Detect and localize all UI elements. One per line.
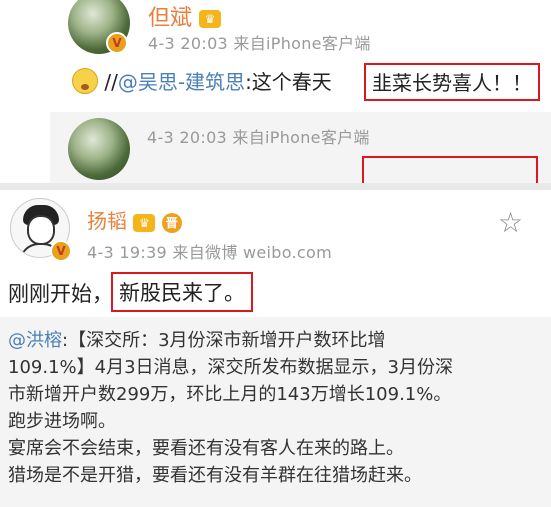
retweet-line: 猎场是不是开猎，要看还有没有羊群在往猎场赶来。 — [8, 465, 422, 486]
medal-icon: 晋 — [161, 212, 182, 233]
username-text[interactable]: 扬韬 — [87, 209, 127, 233]
retweeted-post[interactable]: @洪榕:【深交所：3月份深市新增开户数环比增 109.1%】4月3日消息，深交所… — [0, 317, 551, 507]
retweet-line: 市新增开户数299万，环比上月的143万增长109.1%。 — [8, 384, 452, 405]
crown-icon: ♛ — [133, 213, 156, 232]
divider — [0, 183, 551, 190]
quoted-post[interactable]: 4-3 20:03 来自iPhone客户端 — [50, 112, 551, 183]
post-text: 刚刚开始， — [8, 282, 113, 306]
retweet-text: @洪榕:【深交所：3月份深市新增开户数环比增 109.1%】4月3日消息，深交所… — [8, 327, 544, 489]
quoted-meta: 4-3 20:03 来自iPhone客户端 — [147, 128, 370, 147]
username[interactable]: 但斌 ♛ — [148, 0, 222, 32]
verified-badge-icon: V — [50, 240, 72, 262]
retweet-line: 宴席会不会结束，要看还有没有客人在来的路上。 — [8, 438, 404, 459]
post-text-body: :这个春天 — [245, 70, 332, 94]
post-card-1: V 但斌 ♛ 4-3 20:03 来自iPhone客户端 //@吴思-建筑思:这… — [0, 0, 551, 183]
post-card-2: V 扬韬 ♛ 晋 4-3 19:39 来自微博 weibo.com ☆ 刚刚开始… — [0, 190, 551, 507]
avatar[interactable] — [68, 118, 130, 180]
retweet-line: :【深交所：3月份深市新增开户数环比增 — [62, 330, 386, 351]
highlighted-text: 韭菜长势喜人！！ — [364, 63, 540, 101]
username-text[interactable]: 但斌 — [148, 6, 192, 31]
repost-separator: // — [104, 70, 118, 94]
crying-emoji-icon — [72, 68, 98, 94]
post-text: //@吴思-建筑思:这个春天 — [72, 66, 332, 95]
crown-icon: ♛ — [199, 10, 222, 28]
mention-link[interactable]: @吴思-建筑思 — [118, 70, 245, 94]
favorite-star-icon[interactable]: ☆ — [498, 206, 523, 239]
highlight-box — [362, 156, 538, 183]
highlighted-text: 新股民来了。 — [111, 272, 253, 312]
verified-badge-icon: V — [106, 32, 128, 54]
post-meta: 4-3 20:03 来自iPhone客户端 — [148, 34, 371, 53]
mention-link[interactable]: @洪榕 — [8, 330, 62, 351]
retweet-line: 109.1%】4月3日消息，深交所发布数据显示，3月份深 — [8, 357, 453, 378]
post-meta: 4-3 19:39 来自微博 weibo.com — [87, 243, 332, 262]
username[interactable]: 扬韬 ♛ 晋 — [87, 205, 182, 234]
retweet-line: 跑步进场啊。 — [8, 411, 116, 432]
